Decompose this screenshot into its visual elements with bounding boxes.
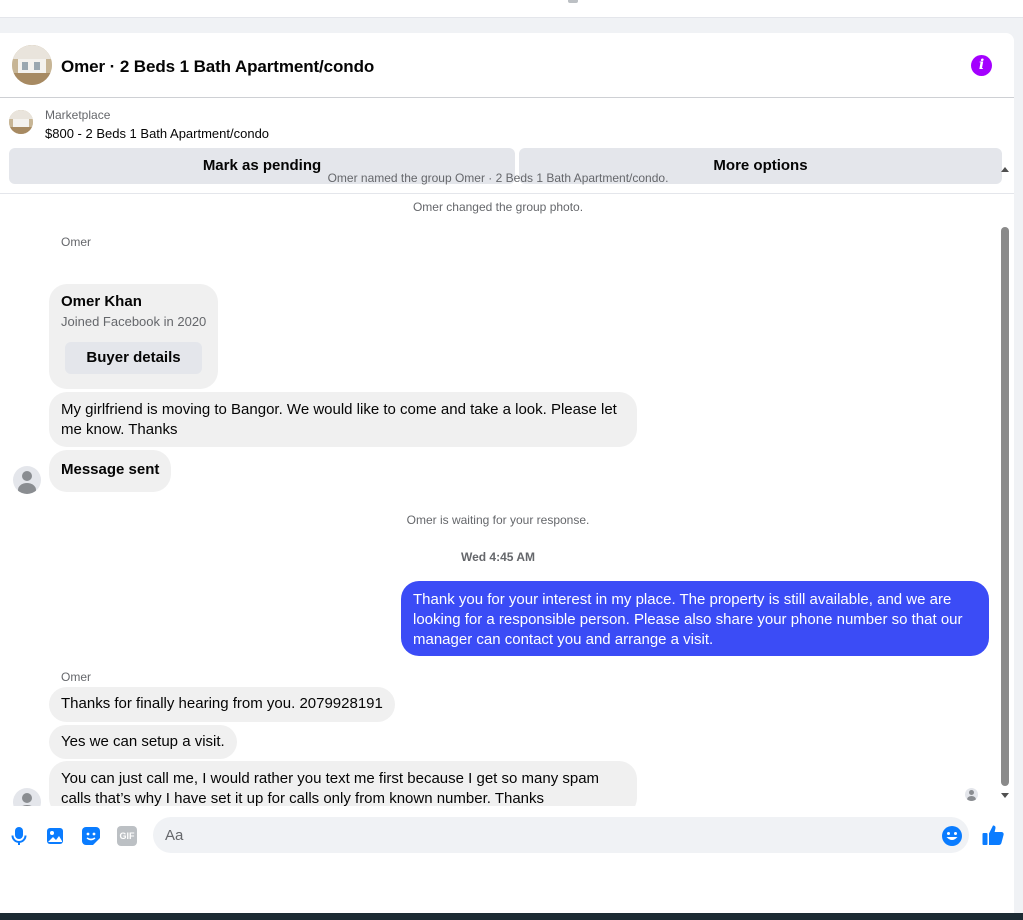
scroll-up-arrow-icon[interactable] xyxy=(1001,167,1009,172)
buyer-profile-card: Omer Khan Joined Facebook in 2020 Buyer … xyxy=(49,284,218,389)
info-icon[interactable]: i xyxy=(971,55,992,76)
message-list: Omer named the group Omer · 2 Beds 1 Bat… xyxy=(0,161,1000,806)
listing-price-title[interactable]: $800 - 2 Beds 1 Bath Apartment/condo xyxy=(45,126,269,141)
scroll-down-arrow-icon[interactable] xyxy=(1001,793,1009,798)
sender-name: Omer xyxy=(61,670,91,684)
message-bubble-incoming[interactable]: Message sent xyxy=(49,450,172,492)
browser-top-strip xyxy=(0,0,1023,18)
message-timestamp: Wed 4:45 AM xyxy=(460,550,535,564)
image-icon[interactable] xyxy=(45,826,65,846)
message-bubble-incoming[interactable]: Yes we can setup a visit. xyxy=(49,725,237,759)
microphone-icon[interactable] xyxy=(9,826,29,846)
message-bubble-incoming[interactable]: You can just call me, I would rather you… xyxy=(49,761,637,806)
taskbar-strip xyxy=(0,913,1023,920)
marketplace-label: Marketplace xyxy=(45,108,111,122)
waiting-notice: Omer is waiting for your response. xyxy=(406,513,590,527)
chat-scrollbar[interactable] xyxy=(1000,161,1014,806)
chat-header: Omer · 2 Beds 1 Bath Apartment/condo i xyxy=(0,33,1014,98)
system-message-photo-changed: Omer changed the group photo. xyxy=(412,200,584,214)
system-message-group-named: Omer named the group Omer · 2 Beds 1 Bat… xyxy=(327,171,669,185)
seen-receipt-avatar xyxy=(965,788,978,801)
message-input[interactable] xyxy=(153,817,969,853)
sender-avatar[interactable] xyxy=(13,788,41,806)
buyer-name: Omer Khan xyxy=(61,293,142,310)
sticker-icon[interactable] xyxy=(81,826,101,846)
listing-thumbnail[interactable] xyxy=(9,110,33,134)
conversation-title: Omer · 2 Beds 1 Bath Apartment/condo xyxy=(61,57,375,76)
group-photo[interactable] xyxy=(12,45,52,85)
buyer-joined-date: Joined Facebook in 2020 xyxy=(61,314,207,329)
message-composer: GIF xyxy=(0,806,1014,880)
top-notch xyxy=(568,0,578,3)
buyer-details-button[interactable]: Buyer details xyxy=(65,342,202,374)
sender-name: Omer xyxy=(61,235,91,249)
emoji-icon[interactable] xyxy=(941,825,963,847)
sender-avatar[interactable] xyxy=(13,466,41,494)
message-bubble-outgoing[interactable]: Thank you for your interest in my place.… xyxy=(401,581,989,656)
scrollbar-thumb[interactable] xyxy=(1001,227,1009,786)
thumbs-up-icon[interactable] xyxy=(981,823,1005,847)
gif-icon[interactable]: GIF xyxy=(117,826,137,846)
message-bubble-incoming[interactable]: My girlfriend is moving to Bangor. We wo… xyxy=(49,392,637,447)
message-bubble-incoming[interactable]: Thanks for finally hearing from you. 207… xyxy=(49,687,395,722)
